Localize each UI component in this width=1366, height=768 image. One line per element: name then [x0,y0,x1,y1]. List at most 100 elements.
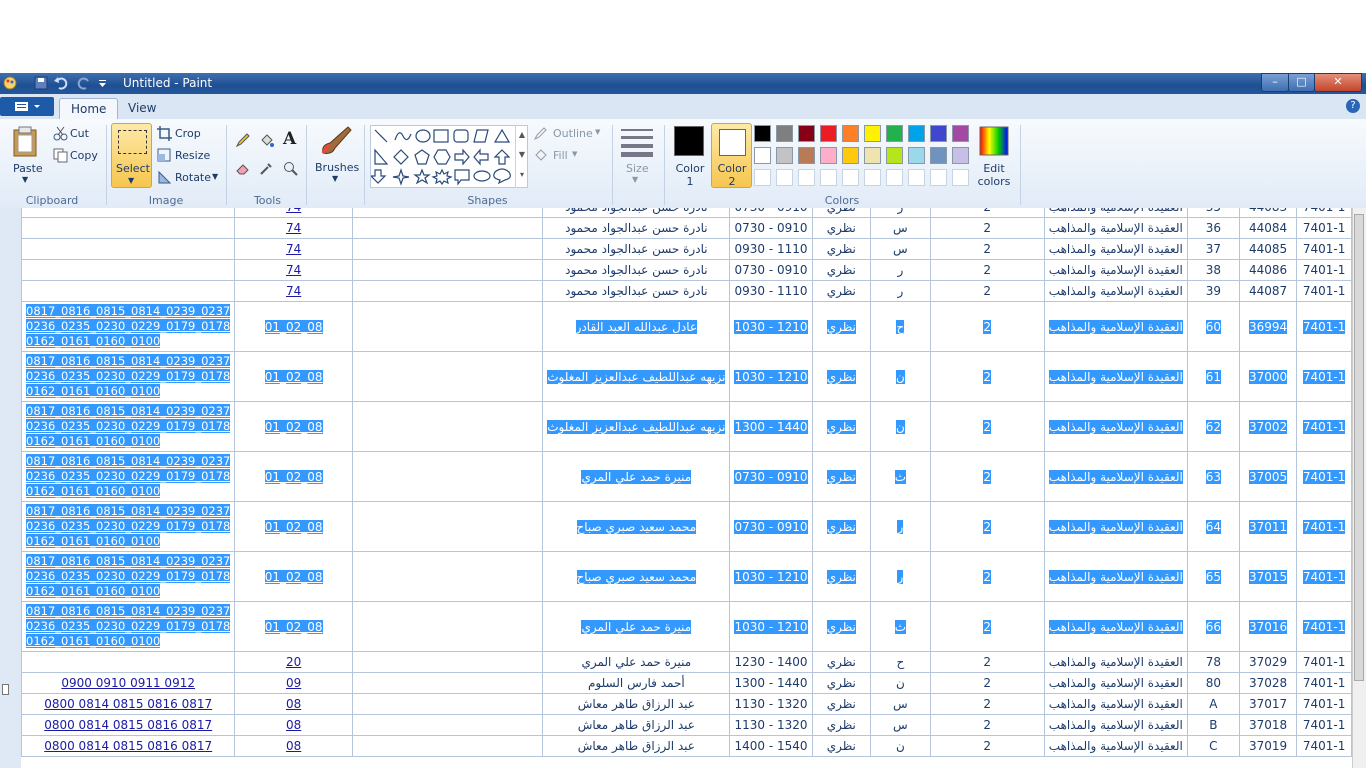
brushes-icon[interactable] [318,125,354,157]
table-cell: 1030 - 1210 [729,551,813,602]
palette-color-swatch[interactable] [754,125,771,142]
room-list-line: 0236_0235_0230_0229_0179_0178 [26,519,231,533]
cut-button[interactable]: Cut [70,127,89,140]
table-cell: 37005 [1238,451,1298,502]
table-cell: 37 [1186,238,1240,260]
palette-color-swatch[interactable] [930,147,947,164]
table-cell [351,551,544,602]
minimize-button[interactable]: – [1261,73,1289,92]
select-button[interactable]: Select ▼ [111,123,152,188]
table-row: 0817_0816_0815_0814_0239_0237 0236_0235_0… [20,551,1352,602]
cell-text: 44086 [1248,263,1288,277]
palette-color-swatch[interactable] [820,169,837,186]
brushes-button[interactable]: Brushes [315,161,359,174]
cell-text: نظري [827,208,856,214]
table-cell: ر [870,501,931,552]
table-cell: العقيدة الإسلامية والمذاهب [1043,208,1188,218]
outline-button[interactable]: Outline [553,127,593,140]
paint-app-icon[interactable] [2,75,18,91]
resize-button[interactable]: Resize [175,149,210,162]
tab-view[interactable]: View [117,98,167,119]
edit-colors-icon[interactable] [979,126,1009,156]
canvas-resize-handle[interactable] [2,684,9,695]
fill-with-color-icon[interactable] [259,133,274,148]
fill-dropdown-icon[interactable]: ▼ [572,150,577,158]
palette-color-swatch[interactable] [820,125,837,142]
shapes-gallery[interactable] [369,125,528,188]
outline-dropdown-icon[interactable]: ▼ [595,128,600,136]
color2-button[interactable]: Color 2 [711,123,752,188]
pencil-icon[interactable] [235,133,250,148]
color1-swatch[interactable] [674,126,704,156]
palette-color-swatch[interactable] [908,147,925,164]
table-cell: 7401-1 [1296,714,1352,736]
table-cell: نظري [811,601,872,652]
size-icon[interactable] [620,127,654,157]
cell-text: س [893,242,908,256]
palette-color-swatch[interactable] [754,169,771,186]
palette-color-swatch[interactable] [798,147,815,164]
palette-color-swatch[interactable] [776,147,793,164]
paste-dropdown-icon[interactable]: ▼ [22,175,28,184]
palette-color-swatch[interactable] [952,169,969,186]
magnifier-icon[interactable] [283,161,298,176]
canvas-area[interactable]: 74 نادرة حسن عبدالجواد محمود 0730 - 0910 نظ… [0,208,1366,768]
palette-color-swatch[interactable] [930,125,947,142]
rotate-dropdown-icon[interactable]: ▼ [212,172,218,181]
redo-icon[interactable] [76,75,92,91]
palette-color-swatch[interactable] [842,169,859,186]
palette-color-swatch[interactable] [842,125,859,142]
undo-icon[interactable] [53,75,69,91]
maximize-button[interactable]: □ [1288,73,1315,92]
tab-home[interactable]: Home [59,98,119,120]
palette-color-swatch[interactable] [842,147,859,164]
customize-quick-access-icon[interactable] [97,75,113,91]
shapes-scroll[interactable]: ▲ ▼ ▾ [515,125,528,188]
palette-color-swatch[interactable] [952,147,969,164]
palette-color-swatch[interactable] [886,125,903,142]
palette-color-swatch[interactable] [930,169,947,186]
palette-color-swatch[interactable] [820,147,837,164]
ribbon-separator [364,125,365,205]
palette-color-swatch[interactable] [798,125,815,142]
cell-text: 2 [983,419,992,434]
save-icon[interactable] [33,75,49,91]
fill-button[interactable]: Fill [553,149,568,162]
palette-color-swatch[interactable] [754,147,771,164]
paste-icon[interactable] [10,125,44,159]
palette-color-swatch[interactable] [952,125,969,142]
paste-button[interactable]: Paste [13,162,43,175]
close-button[interactable]: ✕ [1314,73,1362,92]
palette-color-swatch[interactable] [908,169,925,186]
crop-icon [157,126,172,141]
palette-color-swatch[interactable] [798,169,815,186]
palette-color-swatch[interactable] [886,169,903,186]
room-list-line: 0236_0235_0230_0229_0179_0178 [26,319,231,333]
brushes-dropdown-icon[interactable]: ▼ [332,174,338,183]
cell-text: 7401-1 [1302,697,1346,711]
table-cell: ن [870,401,931,452]
palette-color-swatch[interactable] [864,169,881,186]
palette-color-swatch[interactable] [864,147,881,164]
color-picker-icon[interactable] [259,161,274,176]
size-dropdown-icon[interactable]: ▼ [632,175,638,184]
help-icon[interactable]: ? [1346,99,1360,113]
table-row: 74 نادرة حسن عبدالجواد محمود 0930 - 1110 نظ… [20,238,1352,260]
vertical-scrollbar-thumb[interactable] [1354,214,1364,681]
copy-button[interactable]: Copy [70,149,98,162]
palette-color-swatch[interactable] [908,125,925,142]
palette-color-swatch[interactable] [864,125,881,142]
crop-button[interactable]: Crop [175,127,201,140]
edit-colors-button[interactable]: Edit colors [975,162,1013,188]
palette-color-swatch[interactable] [776,125,793,142]
ribbon-home: Paste ▼ Cut Copy Clipboard Select ▼ Crop… [0,119,1366,209]
palette-color-swatch[interactable] [776,169,793,186]
table-cell: 2 [929,714,1045,736]
palette-color-swatch[interactable] [886,147,903,164]
size-button[interactable]: Size [626,162,649,175]
pasted-image[interactable]: 74 نادرة حسن عبدالجواد محمود 0730 - 0910 نظ… [20,208,1352,768]
rotate-button[interactable]: Rotate [175,171,211,184]
eraser-icon[interactable] [235,161,250,176]
text-tool-icon[interactable]: A [283,129,296,149]
paint-menu-button[interactable] [0,97,54,116]
